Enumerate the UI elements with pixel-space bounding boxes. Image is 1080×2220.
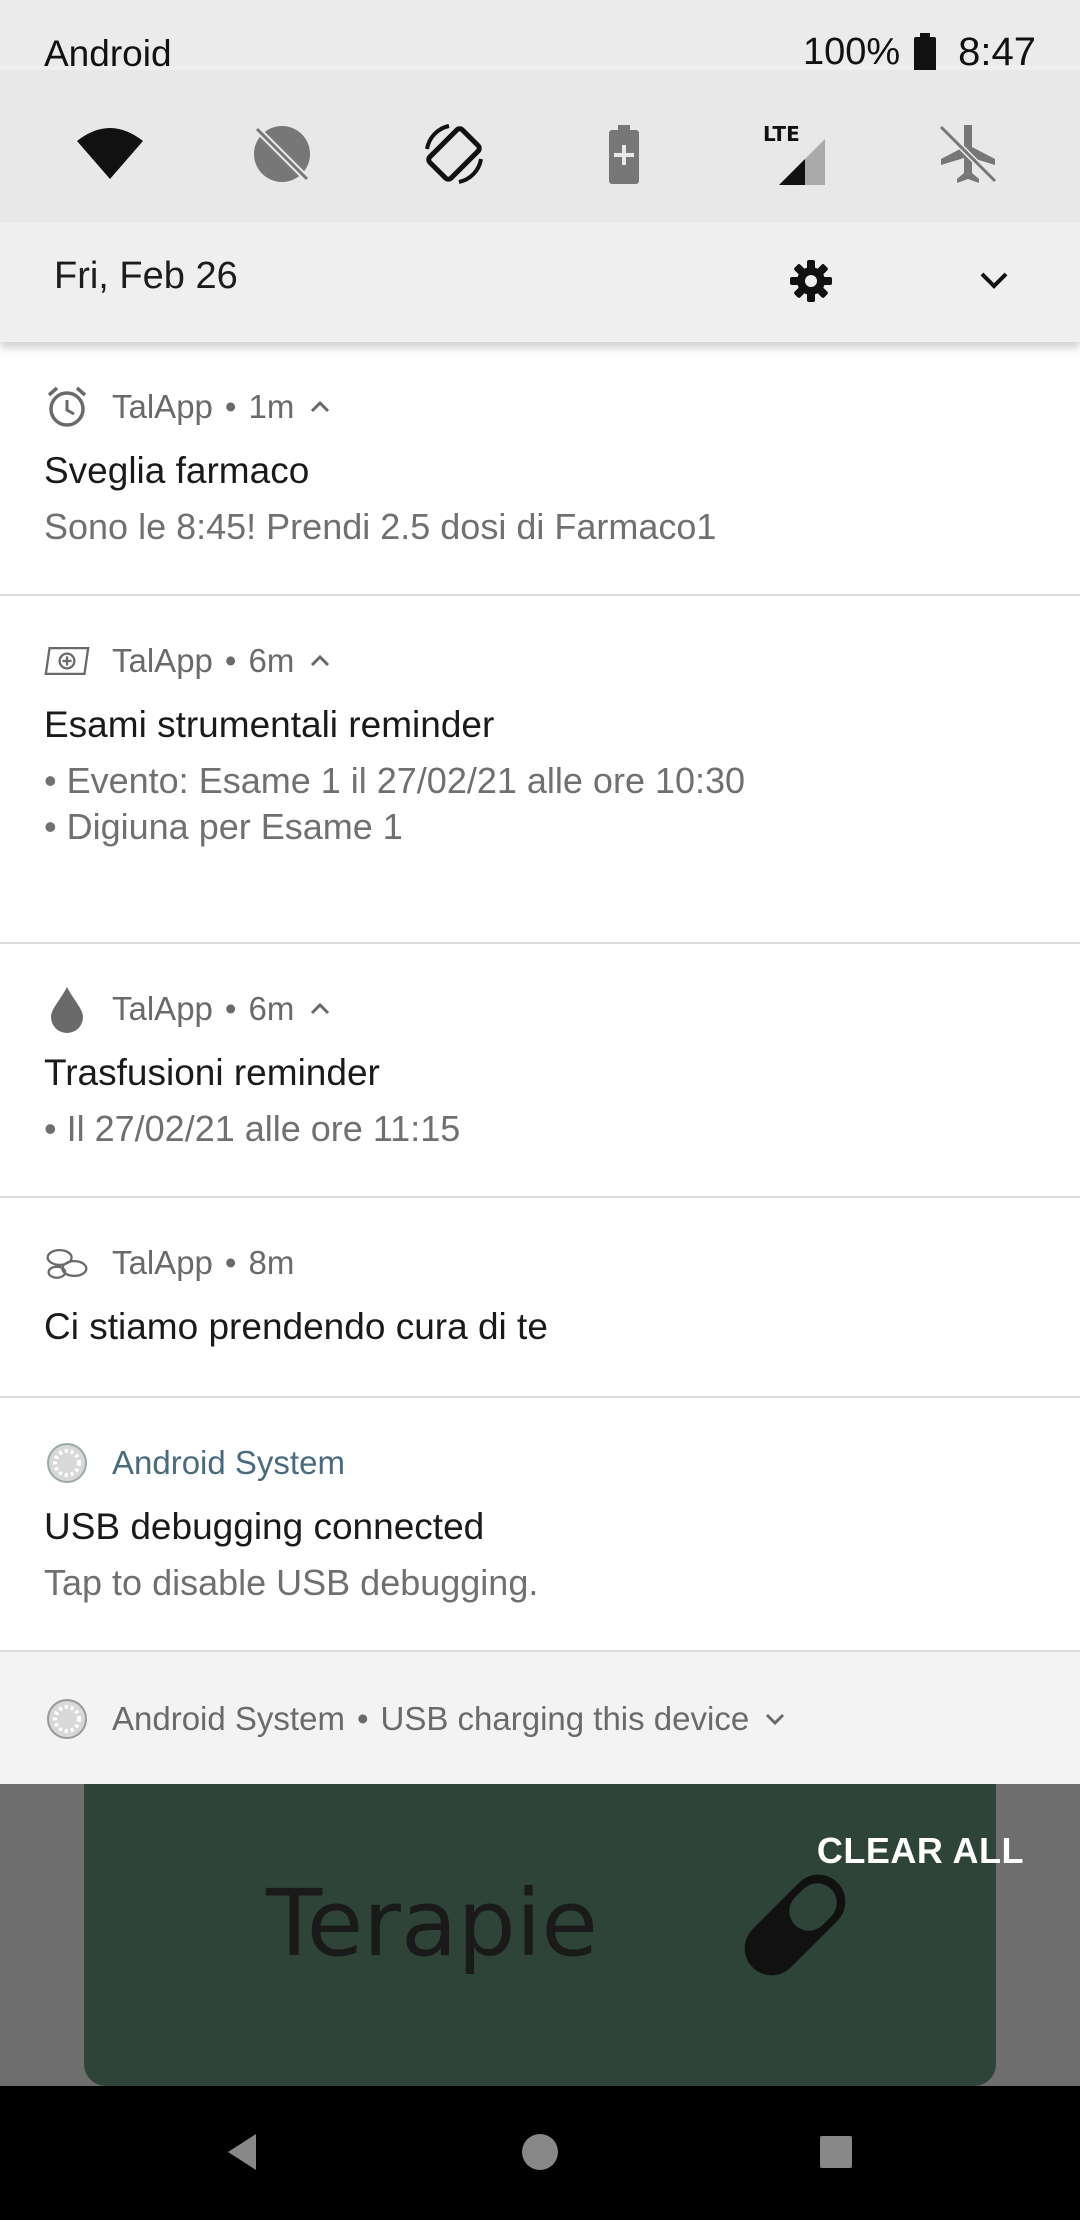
notification-text: • Digiuna per Esame 1	[44, 806, 403, 847]
notification-item[interactable]: TalApp • 6m Trasfusioni reminder • Il 27…	[0, 944, 1080, 1198]
pills-icon	[44, 1240, 90, 1286]
notification-app-name: Android System	[112, 1700, 345, 1737]
notification-time: 8m	[248, 1244, 295, 1281]
chevron-up-icon[interactable]	[306, 393, 334, 421]
back-icon[interactable]	[212, 2122, 272, 2182]
notification-time: 1m	[248, 388, 295, 425]
settings-gear-icon[interactable]	[786, 256, 836, 306]
clear-all-button[interactable]: CLEAR ALL	[817, 1830, 1024, 1872]
notification-app-name: TalApp	[112, 1244, 213, 1281]
android-system-icon	[44, 1696, 90, 1742]
date-label: Fri, Feb 26	[54, 255, 238, 297]
alarm-clock-icon	[44, 384, 90, 430]
pill-icon	[744, 1874, 846, 1976]
notification-header: TalApp • 8m	[44, 1240, 294, 1286]
notification-header: TalApp • 1m	[44, 384, 334, 430]
notification-app-name: TalApp	[112, 990, 213, 1027]
wifi-icon[interactable]	[72, 116, 148, 192]
navigation-bar	[0, 2086, 1080, 2220]
svg-text:LTE: LTE	[763, 122, 800, 146]
battery-icon	[914, 32, 937, 73]
android-system-icon	[44, 1440, 90, 1486]
notification-text: • Il 27/02/21 alle ore 11:15	[44, 1108, 461, 1149]
airplane-mode-off-icon[interactable]	[930, 116, 1006, 192]
data-saver-off-icon[interactable]	[244, 116, 320, 192]
auto-rotate-icon[interactable]	[416, 116, 492, 192]
medical-card-icon	[44, 638, 90, 684]
carrier-label: Android	[44, 33, 172, 74]
blood-drop-icon	[44, 986, 90, 1033]
quick-settings-footer: Fri, Feb 26	[0, 222, 1080, 342]
status-right: 100% 8:47	[803, 30, 1036, 75]
notification-list: TalApp • 1m Sveglia farmaco Sono le 8:45…	[0, 342, 1080, 1784]
notification-title: USB debugging connected	[44, 1506, 485, 1547]
notification-text: USB charging this device	[380, 1700, 750, 1737]
mobile-data-lte-icon[interactable]: LTE	[758, 116, 834, 192]
notification-app-name: TalApp	[112, 642, 213, 679]
notification-text: Sono le 8:45! Prendi 2.5 dosi di Farmaco…	[44, 506, 717, 547]
notification-title: Trasfusioni reminder	[44, 1052, 380, 1093]
notification-title: Ci stiamo prendendo cura di te	[44, 1306, 548, 1347]
separator-dot: •	[224, 388, 237, 425]
notification-header: Android System • USB charging this devic…	[44, 1696, 789, 1742]
battery-saver-icon[interactable]	[586, 116, 662, 192]
separator-dot: •	[224, 990, 237, 1027]
notification-app-name: TalApp	[112, 388, 213, 425]
notification-time: 6m	[248, 990, 295, 1027]
separator-dot: •	[356, 1700, 369, 1737]
notification-text: Tap to disable USB debugging.	[44, 1562, 539, 1603]
notification-header: Android System	[44, 1440, 345, 1486]
quick-settings-shade: Android 100% 8:47 LTE Fri, Feb 26	[0, 0, 1080, 342]
separator-dot: •	[224, 1244, 237, 1281]
battery-percent: 100%	[802, 31, 901, 73]
notification-header: TalApp • 6m	[44, 986, 334, 1033]
clock: 8:47	[958, 30, 1036, 74]
notification-header: TalApp • 6m	[44, 638, 334, 684]
status-bar: Android 100% 8:47	[0, 0, 1080, 74]
notification-app-name: Android System	[112, 1444, 345, 1481]
separator-dot: •	[224, 642, 237, 679]
notification-item[interactable]: Android System USB debugging connected T…	[0, 1398, 1080, 1652]
chevron-down-icon[interactable]	[972, 258, 1016, 302]
notification-time: 6m	[248, 642, 295, 679]
notification-item[interactable]: TalApp • 6m Esami strumentali reminder •…	[0, 596, 1080, 944]
notification-title: Sveglia farmaco	[44, 450, 310, 491]
notification-item[interactable]: TalApp • 8m Ci stiamo prendendo cura di …	[0, 1198, 1080, 1398]
collapsed-notification[interactable]: Android System • USB charging this devic…	[0, 1652, 1080, 1784]
quick-settings-tiles: LTE	[0, 70, 1080, 222]
chevron-down-icon[interactable]	[761, 1705, 789, 1733]
home-icon[interactable]	[510, 2122, 570, 2182]
terapie-card-title: Terapie	[266, 1870, 598, 1977]
recents-icon[interactable]	[806, 2122, 866, 2182]
chevron-up-icon[interactable]	[306, 647, 334, 675]
chevron-up-icon[interactable]	[306, 995, 334, 1023]
notification-text: • Evento: Esame 1 il 27/02/21 alle ore 1…	[44, 760, 746, 801]
notification-title: Esami strumentali reminder	[44, 704, 495, 745]
notification-item[interactable]: TalApp • 1m Sveglia farmaco Sono le 8:45…	[0, 342, 1080, 596]
